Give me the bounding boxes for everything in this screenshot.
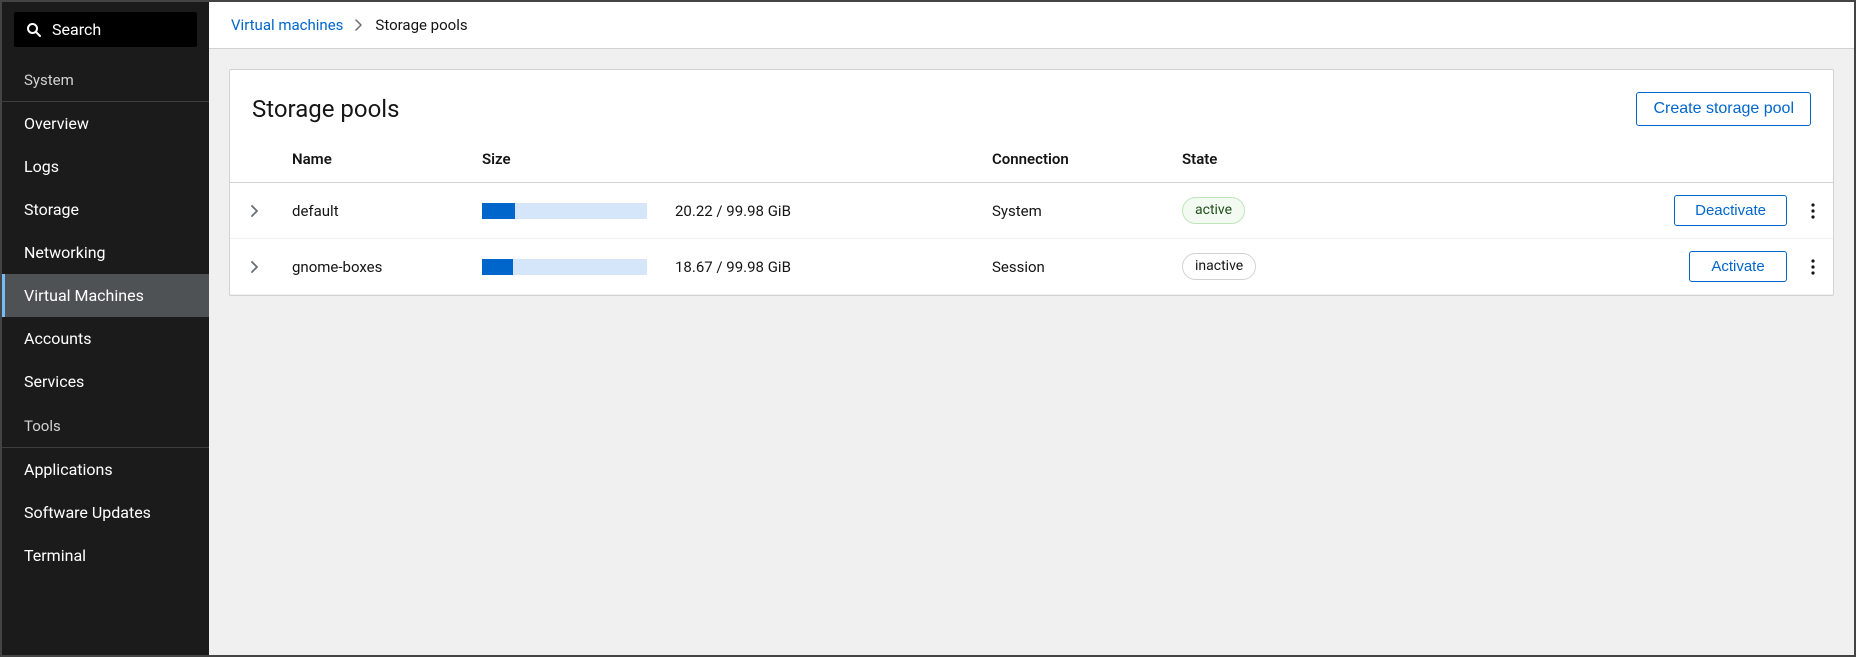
storage-pools-table: Name Size Connection State default 20.22 … (230, 140, 1833, 295)
search-wrap: Search (2, 2, 209, 57)
chevron-right-icon (251, 261, 259, 273)
breadcrumb-current: Storage pools (375, 16, 467, 34)
cell-connection: Session (980, 239, 1170, 295)
cell-state: active (1170, 183, 1365, 239)
col-header-expand (230, 140, 280, 183)
kebab-menu-button[interactable] (1803, 199, 1823, 223)
nav-section-title: Tools (2, 403, 209, 443)
expand-row-button[interactable] (243, 255, 267, 279)
cell-name: default (280, 183, 470, 239)
progress-bar (482, 259, 647, 275)
sidebar-item-label: Storage (24, 200, 79, 219)
search-label: Search (52, 20, 101, 39)
table-row: default 20.22 / 99.98 GiB System active Deac… (230, 183, 1833, 239)
sidebar-item-logs[interactable]: Logs (2, 145, 209, 188)
progress-fill (482, 203, 515, 219)
cell-connection: System (980, 183, 1170, 239)
sidebar-item-accounts[interactable]: Accounts (2, 317, 209, 360)
sidebar-item-networking[interactable]: Networking (2, 231, 209, 274)
kebab-icon (1811, 203, 1815, 219)
status-badge: active (1182, 197, 1245, 223)
sidebar-item-label: Applications (24, 460, 113, 479)
sidebar-item-applications[interactable]: Applications (2, 448, 209, 491)
sidebar-item-label: Accounts (24, 329, 91, 348)
progress-fill (482, 259, 513, 275)
sidebar-item-virtual-machines[interactable]: Virtual Machines (2, 274, 209, 317)
col-header-name: Name (280, 140, 470, 183)
main: Virtual machines Storage pools Storage p… (209, 2, 1854, 655)
nav-section-title: System (2, 57, 209, 97)
storage-pools-card: Storage pools Create storage pool Name S… (229, 69, 1834, 296)
expand-row-button[interactable] (243, 199, 267, 223)
content: Storage pools Create storage pool Name S… (209, 49, 1854, 316)
sidebar-item-label: Networking (24, 243, 106, 262)
size-text: 20.22 / 99.98 GiB (675, 202, 791, 220)
cell-actions: Activate (1365, 239, 1833, 295)
progress-bar (482, 203, 647, 219)
sidebar-item-label: Terminal (24, 546, 86, 565)
chevron-right-icon (251, 205, 259, 217)
sidebar-item-label: Logs (24, 157, 59, 176)
deactivate-button[interactable]: Deactivate (1674, 195, 1787, 226)
col-header-connection: Connection (980, 140, 1170, 183)
sidebar-item-label: Services (24, 372, 84, 391)
cell-state: inactive (1170, 239, 1365, 295)
col-header-size: Size (470, 140, 980, 183)
card-header: Storage pools Create storage pool (230, 70, 1833, 140)
sidebar-item-services[interactable]: Services (2, 360, 209, 403)
create-storage-pool-button[interactable]: Create storage pool (1636, 92, 1811, 126)
table-row: gnome-boxes 18.67 / 99.98 GiB Session inact… (230, 239, 1833, 295)
sidebar: Search System Overview Logs Storage Networki… (2, 2, 209, 655)
breadcrumb: Virtual machines Storage pools (209, 2, 1854, 49)
sidebar-item-storage[interactable]: Storage (2, 188, 209, 231)
cell-name: gnome-boxes (280, 239, 470, 295)
page-title: Storage pools (252, 95, 400, 123)
cell-actions: Deactivate (1365, 183, 1833, 239)
sidebar-item-label: Overview (24, 114, 89, 133)
breadcrumb-link-vm[interactable]: Virtual machines (231, 16, 343, 34)
search-box[interactable]: Search (14, 12, 197, 47)
sidebar-item-label: Software Updates (24, 503, 151, 522)
cell-size: 18.67 / 99.98 GiB (470, 239, 980, 295)
cell-size: 20.22 / 99.98 GiB (470, 183, 980, 239)
activate-button[interactable]: Activate (1689, 251, 1787, 282)
status-badge: inactive (1182, 253, 1256, 279)
sidebar-item-terminal[interactable]: Terminal (2, 534, 209, 577)
sidebar-item-overview[interactable]: Overview (2, 102, 209, 145)
sidebar-item-software-updates[interactable]: Software Updates (2, 491, 209, 534)
kebab-icon (1811, 259, 1815, 275)
search-icon (26, 22, 42, 38)
sidebar-item-label: Virtual Machines (24, 286, 144, 305)
kebab-menu-button[interactable] (1803, 255, 1823, 279)
size-text: 18.67 / 99.98 GiB (675, 258, 791, 276)
chevron-right-icon (355, 19, 363, 31)
col-header-state: State (1170, 140, 1365, 183)
col-header-actions (1365, 140, 1833, 183)
